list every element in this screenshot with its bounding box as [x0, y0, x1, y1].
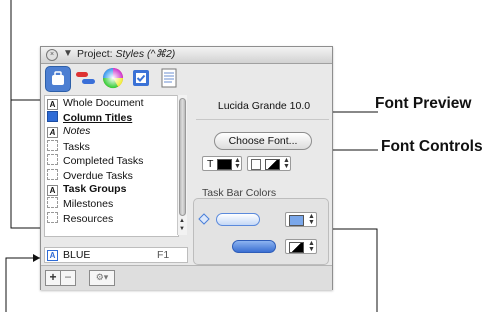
- stepper-icon: ▲ ▼: [283, 157, 290, 170]
- task-group-bar-preview: [232, 240, 276, 253]
- styles-icon[interactable]: [45, 66, 71, 92]
- window-title-prefix: Project:: [77, 48, 116, 60]
- callout-line-style-list-bottom: [10, 70, 40, 229]
- color-wheel-icon[interactable]: [101, 66, 125, 90]
- task-bar-color-swatch: [289, 215, 304, 226]
- style-marker-icon: A: [47, 185, 58, 196]
- empty-style-icon: [47, 154, 58, 165]
- named-style-shortcut: F1: [157, 249, 170, 261]
- add-style-button[interactable]: +: [45, 270, 61, 286]
- stepper-icon: ▲ ▼: [234, 157, 241, 170]
- empty-style-icon: [47, 169, 58, 180]
- window-title: Project: Styles (^⌘2): [77, 48, 175, 60]
- callout-line-named-style: [5, 257, 40, 312]
- text-color-swatch: [217, 159, 232, 170]
- inspector-toolbar: [41, 64, 332, 94]
- empty-style-icon: [47, 212, 58, 223]
- task-group-color-swatch: [289, 242, 304, 253]
- style-list[interactable]: A Whole Document Column Titles A Notes Tas…: [44, 95, 179, 237]
- list-item[interactable]: Column Titles: [47, 111, 133, 124]
- style-marker-icon: A: [47, 127, 58, 138]
- list-item[interactable]: A Notes: [47, 125, 91, 138]
- list-item[interactable]: A Whole Document: [47, 97, 144, 110]
- callout-font-controls: Font Controls: [381, 138, 483, 155]
- named-style-marker-icon: A: [47, 250, 58, 261]
- task-bar-icon[interactable]: [73, 66, 97, 90]
- fill-color-swatch: [265, 159, 280, 170]
- named-style-row[interactable]: A BLUE F1: [44, 247, 188, 263]
- list-item[interactable]: Completed Tasks: [47, 154, 144, 167]
- task-bar-colors-group: ▲ ▼ ▲ ▼: [193, 198, 329, 265]
- list-item-label: Notes: [63, 125, 91, 137]
- divider: [196, 119, 329, 120]
- callout-line-style-list-top: [10, 0, 40, 101]
- list-item-label: Tasks: [63, 141, 90, 153]
- scroll-up-icon[interactable]: ▲: [179, 218, 185, 224]
- list-item[interactable]: Milestones: [47, 197, 114, 210]
- task-group-color-popup[interactable]: ▲ ▼: [285, 239, 317, 254]
- callout-line-task-bar: [330, 228, 378, 312]
- remove-style-button[interactable]: −: [60, 270, 76, 286]
- list-item[interactable]: A Task Groups: [47, 183, 127, 196]
- style-marker-icon: A: [47, 99, 58, 110]
- list-item-label: Whole Document: [63, 97, 144, 109]
- text-color-label: T: [207, 158, 214, 170]
- list-item-label: Milestones: [63, 198, 114, 210]
- styles-palette-window: × ▼ Project: Styles (^⌘2) A Whole Documen…: [40, 46, 333, 290]
- window-title-shortcut: Styles (^⌘2): [115, 48, 176, 60]
- gear-menu-button[interactable]: ⚙▾: [89, 270, 115, 286]
- choose-font-button[interactable]: Choose Font...: [214, 132, 312, 150]
- text-color-popup[interactable]: T ▲ ▼: [202, 156, 242, 171]
- close-icon[interactable]: ×: [46, 49, 58, 61]
- scrollbar-thumb[interactable]: [179, 98, 186, 216]
- style-marker-icon: [47, 111, 58, 122]
- list-item[interactable]: Tasks: [47, 140, 90, 153]
- checkbox-icon[interactable]: [129, 66, 153, 90]
- empty-style-icon: [47, 140, 58, 151]
- callout-font-preview: Font Preview: [375, 95, 472, 112]
- collapse-triangle-icon[interactable]: ▼: [63, 48, 73, 59]
- scroll-down-icon[interactable]: ▼: [179, 226, 185, 232]
- list-item-label: Completed Tasks: [63, 155, 144, 167]
- fill-color-popup[interactable]: ▲ ▼: [247, 156, 291, 171]
- list-item-label: Resources: [63, 213, 114, 225]
- named-style-name: BLUE: [63, 249, 91, 261]
- stepper-icon: ▲ ▼: [308, 240, 315, 253]
- arrowhead-named-style: [33, 254, 40, 262]
- empty-style-icon: [47, 197, 58, 208]
- font-preview-text: Lucida Grande 10.0: [217, 100, 311, 112]
- list-item-label: Column Titles: [63, 112, 133, 124]
- style-list-scrollbar[interactable]: ▲ ▼: [177, 95, 187, 235]
- stepper-icon: ▲ ▼: [308, 213, 315, 226]
- notes-icon[interactable]: [157, 66, 181, 90]
- list-item[interactable]: Resources: [47, 212, 114, 225]
- title-bar[interactable]: × ▼ Project: Styles (^⌘2): [41, 47, 332, 64]
- milestone-diamond-icon: [198, 213, 210, 225]
- bottom-bar: + − ⚙▾: [41, 265, 332, 290]
- page-icon: [251, 159, 261, 170]
- list-item-label: Task Groups: [63, 183, 127, 195]
- list-item-label: Overdue Tasks: [63, 170, 133, 182]
- list-item[interactable]: Overdue Tasks: [47, 169, 133, 182]
- task-bar-preview: [216, 213, 260, 226]
- task-bar-color-popup[interactable]: ▲ ▼: [285, 212, 317, 227]
